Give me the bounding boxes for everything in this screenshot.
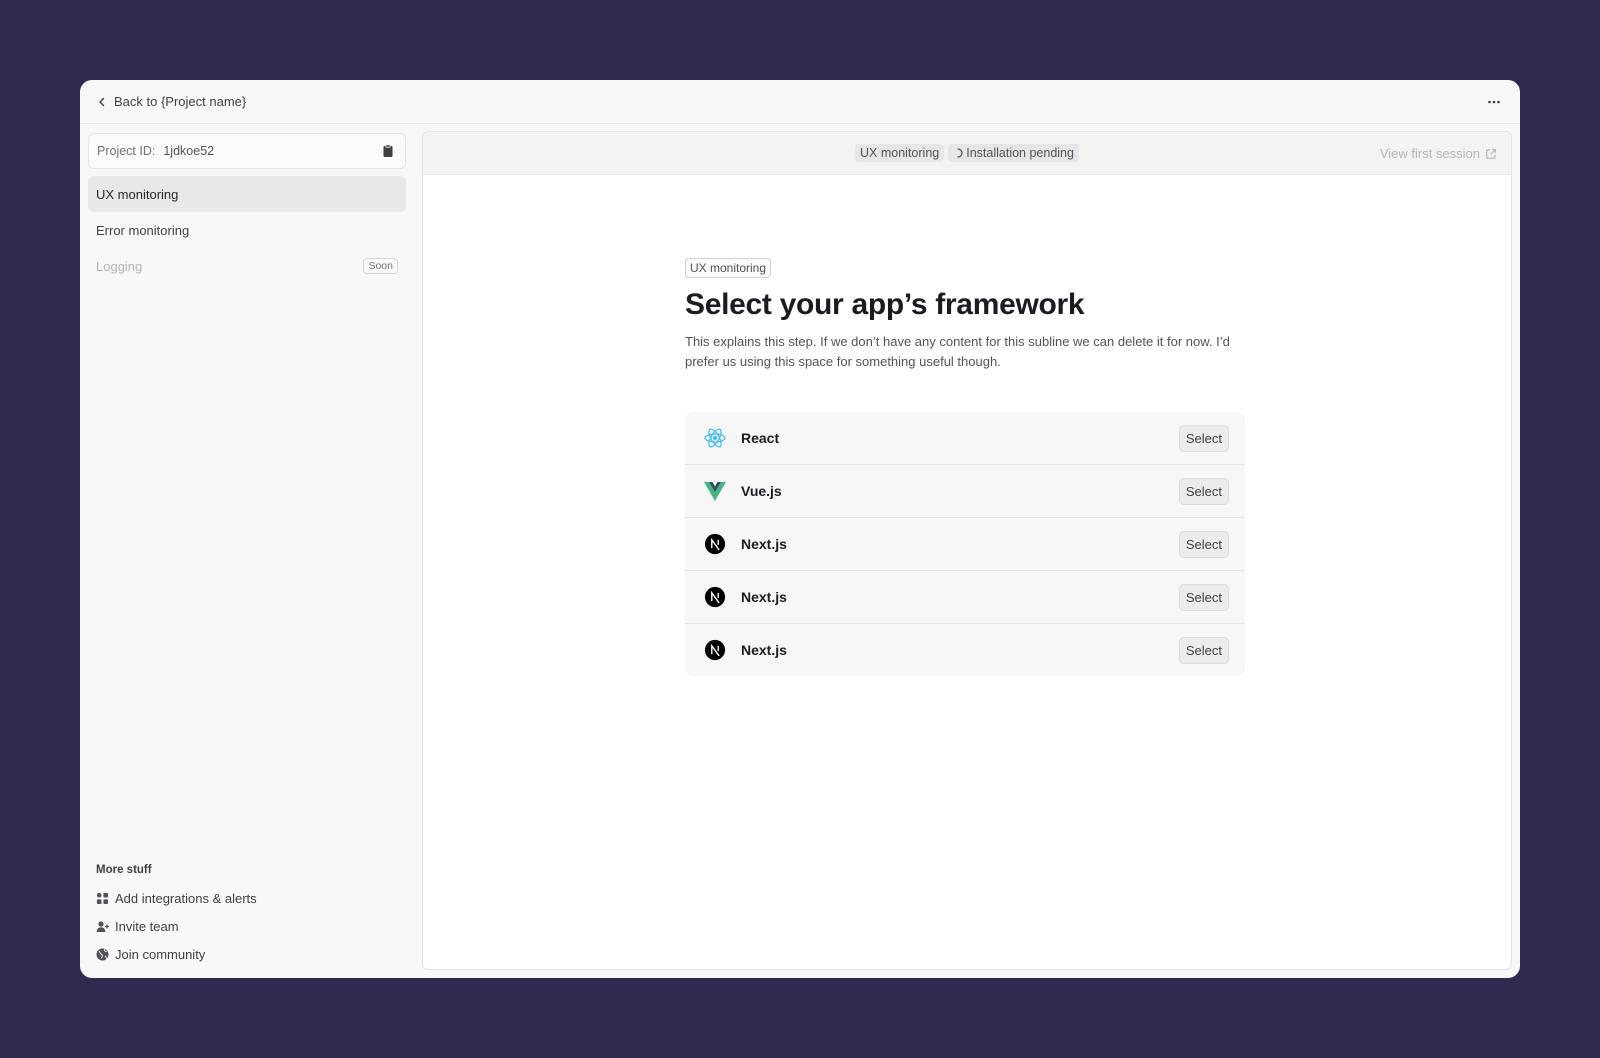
select-nextjs-button[interactable]: Select: [1178, 530, 1229, 558]
page-subline: This explains this step. If we don’t hav…: [685, 334, 1230, 369]
invite-team-label: Invite team: [115, 918, 179, 934]
react-icon: [703, 426, 727, 450]
framework-name: Next.js: [741, 589, 787, 605]
framework-list: React Select Vue.js Select Next.js Selec…: [685, 412, 1245, 676]
sidebar: Project ID: 1jdkoe52 UX monitoring Error…: [80, 125, 414, 978]
sidebar-item-label: UX monitoring: [96, 186, 179, 202]
add-integrations-link[interactable]: Add integrations & alerts: [96, 884, 398, 912]
select-nextjs-button[interactable]: Select: [1178, 636, 1229, 664]
sidebar-item-label: Error monitoring: [96, 222, 190, 238]
breadcrumb-ux-monitoring[interactable]: UX monitoring: [855, 144, 945, 162]
select-react-button[interactable]: Select: [1178, 424, 1229, 452]
framework-name: Next.js: [741, 642, 787, 658]
view-first-session-label: View first session: [1379, 146, 1480, 161]
framework-row-vue: Vue.js Select: [685, 465, 1245, 518]
globe-icon: [96, 948, 109, 960]
main-header: UX monitoring Installation pending View …: [423, 132, 1511, 175]
framework-name: Vue.js: [741, 483, 782, 499]
back-link[interactable]: Back to {Project name}: [96, 94, 246, 109]
framework-row-nextjs-1: Next.js Select: [685, 518, 1245, 571]
step-tag: UX monitoring: [685, 258, 772, 278]
nextjs-icon: [703, 532, 727, 556]
user-plus-icon: [96, 920, 109, 932]
framework-name: React: [741, 430, 780, 446]
step-content: UX monitoring Select your app’s framewor…: [685, 258, 1245, 676]
more-stuff-heading: More stuff: [96, 864, 152, 876]
spinner-icon: [957, 148, 963, 158]
clipboard-icon[interactable]: [381, 144, 395, 158]
project-id-field: Project ID: 1jdkoe52: [88, 133, 406, 169]
framework-row-react: React Select: [685, 412, 1245, 465]
sidebar-item-logging: Logging Soon: [88, 248, 406, 284]
join-community-link[interactable]: Join community: [96, 940, 398, 968]
framework-row-nextjs-3: Next.js Select: [685, 624, 1245, 676]
vue-icon: [703, 479, 727, 503]
breadcrumb-label: Installation pending: [966, 146, 1074, 160]
project-id-value: 1jdkoe52: [163, 144, 215, 158]
ellipsis-icon: [1488, 100, 1500, 103]
project-id-label: Project ID:: [97, 144, 156, 158]
soon-badge: Soon: [363, 258, 398, 274]
grid-icon: [96, 892, 108, 904]
back-link-label: Back to {Project name}: [114, 94, 247, 109]
sidebar-item-label: Logging: [96, 258, 143, 274]
page-title: Select your app’s framework: [685, 288, 1085, 321]
framework-name: Next.js: [741, 536, 787, 552]
chevron-left-icon: [99, 97, 105, 106]
nextjs-icon: [703, 638, 727, 662]
breadcrumb: UX monitoring Installation pending: [855, 144, 1079, 162]
view-first-session-link[interactable]: View first session: [1380, 132, 1497, 175]
main-panel: UX monitoring Installation pending View …: [422, 131, 1512, 970]
breadcrumb-installation-pending[interactable]: Installation pending: [948, 144, 1079, 162]
breadcrumb-label: UX monitoring: [860, 146, 940, 160]
framework-row-nextjs-2: Next.js Select: [685, 571, 1245, 624]
external-link-icon: [1486, 148, 1496, 159]
invite-team-link[interactable]: Invite team: [96, 912, 398, 940]
select-vue-button[interactable]: Select: [1178, 477, 1229, 505]
select-nextjs-button[interactable]: Select: [1178, 583, 1229, 611]
top-bar: Back to {Project name}: [80, 80, 1520, 124]
nextjs-icon: [703, 585, 727, 609]
more-options-button[interactable]: [1482, 90, 1506, 114]
app-window: Back to {Project name} Project ID: 1jdko…: [80, 80, 1520, 978]
add-integrations-label: Add integrations & alerts: [115, 890, 257, 906]
join-community-label: Join community: [115, 946, 206, 962]
sidebar-item-ux-monitoring[interactable]: UX monitoring: [88, 176, 406, 212]
more-stuff-section: More stuff Add integrations & alerts Inv…: [96, 864, 398, 968]
sidebar-item-error-monitoring[interactable]: Error monitoring: [88, 212, 406, 248]
